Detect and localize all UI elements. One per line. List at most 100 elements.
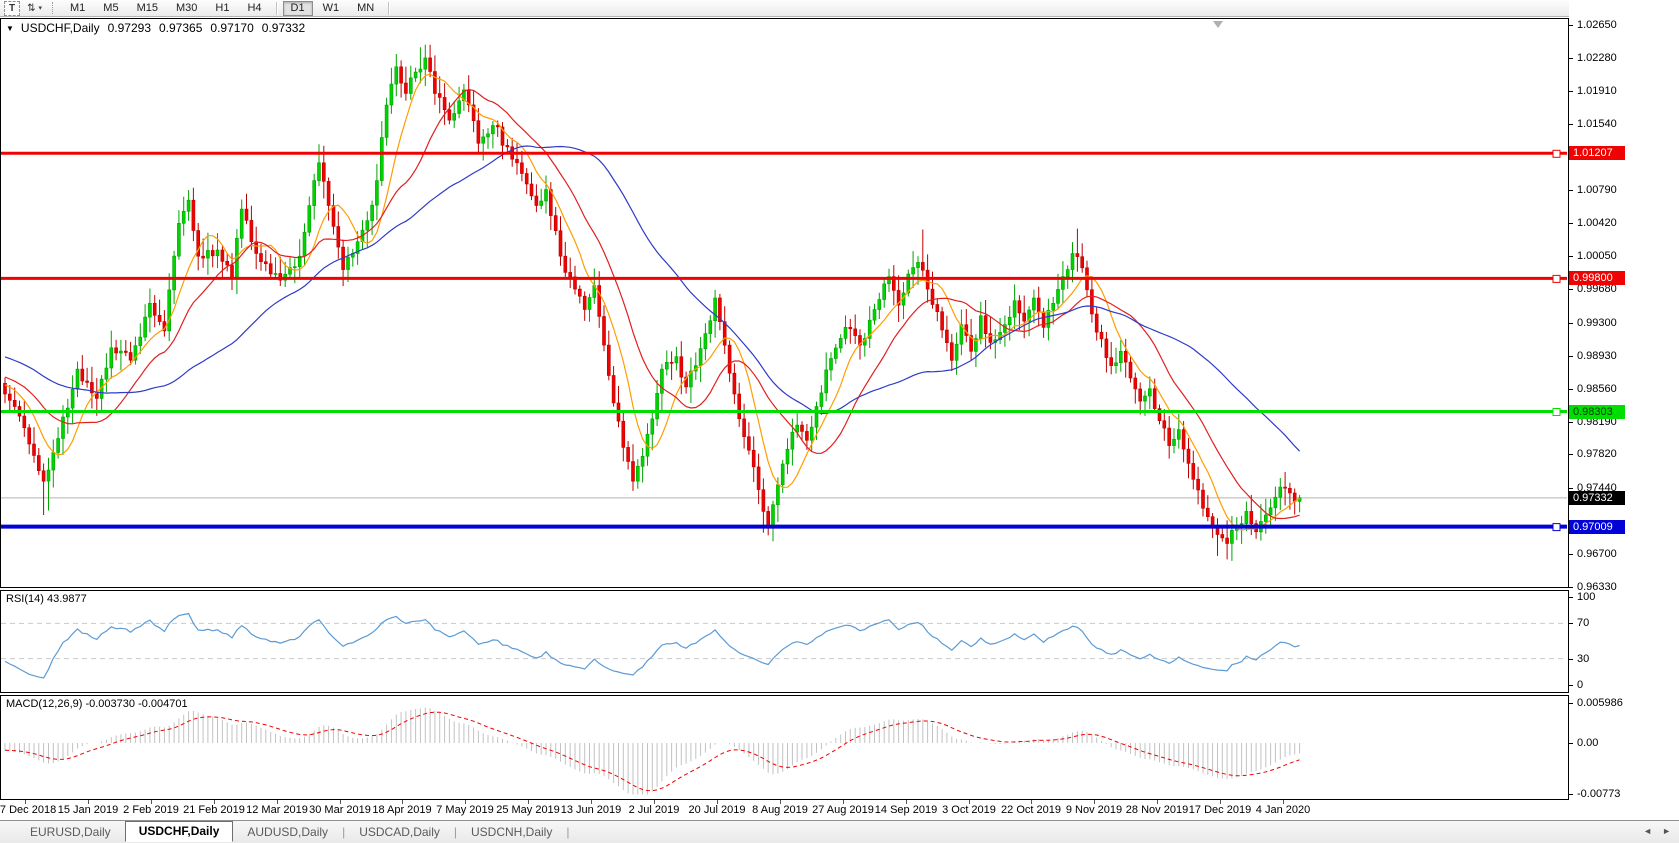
price-tick bbox=[1569, 454, 1573, 455]
date-axis[interactable]: 27 Dec 201815 Jan 2019 2 Feb 2019 21 Feb 2… bbox=[0, 800, 1569, 819]
timeframe-button-m30[interactable]: M30 bbox=[168, 1, 205, 16]
date-tick-label: 3 Oct 2019 bbox=[942, 804, 996, 816]
arrows-tool-button[interactable]: ⇅ ▾ bbox=[23, 2, 46, 15]
rsi-tick-label: 0 bbox=[1577, 679, 1583, 691]
date-tick-label: 15 Jan 2019 bbox=[58, 804, 119, 816]
price-tick-label: 1.00790 bbox=[1577, 184, 1617, 196]
chart-header: ▼ USDCHF,Daily 0.97293 0.97365 0.97170 0… bbox=[6, 21, 305, 35]
text-tool-button[interactable]: T bbox=[4, 1, 20, 16]
price-tick bbox=[1569, 124, 1573, 125]
date-tick-label: 21 Feb 2019 bbox=[183, 804, 245, 816]
price-tick-label: 1.01540 bbox=[1577, 118, 1617, 130]
ohlc-close: 0.97332 bbox=[262, 21, 305, 35]
level-price-badge: 1.01207 bbox=[1569, 146, 1625, 160]
macd-tick bbox=[1569, 794, 1573, 795]
rsi-tick-label: 70 bbox=[1577, 617, 1589, 629]
date-tick-label: 9 Nov 2019 bbox=[1066, 804, 1122, 816]
level-price-badge: 0.99800 bbox=[1569, 271, 1625, 285]
level-price-badge: 0.97009 bbox=[1569, 520, 1625, 534]
rsi-tick bbox=[1569, 597, 1573, 598]
date-tick-label: 22 Oct 2019 bbox=[1001, 804, 1061, 816]
price-tick bbox=[1569, 25, 1573, 26]
date-tick-label: 2 Feb 2019 bbox=[123, 804, 179, 816]
price-tick bbox=[1569, 587, 1573, 588]
date-tick-label: 14 Sep 2019 bbox=[875, 804, 937, 816]
arrows-icon: ⇅ bbox=[27, 3, 35, 14]
price-tick-label: 1.02280 bbox=[1577, 52, 1617, 64]
date-tick-label: 2 Jul 2019 bbox=[629, 804, 680, 816]
price-tick-label: 1.00420 bbox=[1577, 217, 1617, 229]
price-tick-label: 0.98560 bbox=[1577, 383, 1617, 395]
moving-average-8 bbox=[5, 74, 1300, 530]
timeframe-button-h1[interactable]: H1 bbox=[207, 1, 237, 16]
date-tick-label: 7 May 2019 bbox=[436, 804, 493, 816]
timeframe-button-w1[interactable]: W1 bbox=[315, 1, 348, 16]
price-tick bbox=[1569, 488, 1573, 489]
macd-tick-label: -0.00773 bbox=[1577, 788, 1620, 800]
date-tick-label: 18 Apr 2019 bbox=[372, 804, 431, 816]
ohlc-low: 0.97170 bbox=[210, 21, 253, 35]
timeframe-button-m1[interactable]: M1 bbox=[62, 1, 93, 16]
date-tick-label: 28 Nov 2019 bbox=[1126, 804, 1188, 816]
ohlc-open: 0.97293 bbox=[108, 21, 151, 35]
timeframe-button-m5[interactable]: M5 bbox=[95, 1, 126, 16]
date-tick-label: 25 May 2019 bbox=[496, 804, 560, 816]
price-tick-label: 0.98930 bbox=[1577, 350, 1617, 362]
timeframe-button-d1[interactable]: D1 bbox=[283, 1, 313, 16]
macd-tick bbox=[1569, 743, 1573, 744]
tab-scroll-buttons: ◄► bbox=[1643, 826, 1671, 836]
date-tick-label: 30 Mar 2019 bbox=[309, 804, 371, 816]
chart-tab-audusd[interactable]: AUDUSD,Daily bbox=[233, 822, 342, 842]
date-tick-label: 13 Jun 2019 bbox=[561, 804, 622, 816]
toolbar-separator bbox=[276, 2, 277, 15]
chart-tab-usdcad[interactable]: USDCAD,Daily bbox=[345, 822, 454, 842]
rsi-tick bbox=[1569, 659, 1573, 660]
date-tick-label: 20 Jul 2019 bbox=[689, 804, 746, 816]
tab-scroll-right-icon[interactable]: ► bbox=[1662, 826, 1671, 836]
price-axis[interactable]: 1.02650 1.02280 1.01910 1.01540 1.00790 1.004… bbox=[1569, 0, 1679, 843]
rsi-tick-label: 30 bbox=[1577, 653, 1589, 665]
date-tick-label: 4 Jan 2020 bbox=[1256, 804, 1310, 816]
macd-canvas[interactable] bbox=[1, 696, 1568, 799]
price-tick bbox=[1569, 190, 1573, 191]
tab-separator: | bbox=[566, 825, 569, 839]
date-tick-label: 8 Aug 2019 bbox=[752, 804, 808, 816]
timeframe-button-m15[interactable]: M15 bbox=[129, 1, 166, 16]
chart-tab-usdcnh[interactable]: USDCNH,Daily bbox=[457, 822, 566, 842]
date-tick-label: 27 Aug 2019 bbox=[812, 804, 874, 816]
macd-histogram bbox=[5, 708, 1300, 795]
date-tick-label: 27 Dec 2018 bbox=[0, 804, 56, 816]
macd-tick-label: 0.005986 bbox=[1577, 697, 1623, 709]
mt4-chart-window: T ⇅ ▾ M1M5M15M30H1H4 D1W1MN ▼ USDCHF,Dail… bbox=[0, 0, 1679, 843]
price-tick bbox=[1569, 356, 1573, 357]
price-tick-label: 0.97820 bbox=[1577, 448, 1617, 460]
dropdown-caret-icon: ▾ bbox=[39, 4, 43, 12]
timeframe-button-h4[interactable]: H4 bbox=[239, 1, 269, 16]
rsi-tick bbox=[1569, 623, 1573, 624]
timeframe-button-mn[interactable]: MN bbox=[349, 1, 382, 16]
chart-tab-eurusd[interactable]: EURUSD,Daily bbox=[16, 822, 125, 842]
date-tick-label: 17 Dec 2019 bbox=[1189, 804, 1251, 816]
price-tick bbox=[1569, 256, 1573, 257]
symbol-expander-icon[interactable]: ▼ bbox=[6, 24, 14, 33]
price-tick-label: 0.96700 bbox=[1577, 548, 1617, 560]
chart-shift-marker-icon bbox=[1213, 21, 1223, 28]
chart-tabs-bar: EURUSD,DailyUSDCHF,DailyAUDUSD,Daily|USD… bbox=[0, 820, 1679, 843]
ohlc-high: 0.97365 bbox=[159, 21, 202, 35]
tab-scroll-left-icon[interactable]: ◄ bbox=[1643, 826, 1652, 836]
chart-tab-usdchf[interactable]: USDCHF,Daily bbox=[125, 821, 234, 842]
toolbar-separator bbox=[388, 2, 389, 15]
price-tick-label: 0.99300 bbox=[1577, 317, 1617, 329]
price-tick bbox=[1569, 323, 1573, 324]
date-tick-label: 12 Mar 2019 bbox=[246, 804, 308, 816]
rsi-canvas[interactable] bbox=[1, 591, 1568, 692]
price-tick-label: 1.01910 bbox=[1577, 85, 1617, 97]
price-tick bbox=[1569, 91, 1573, 92]
price-tick-label: 1.02650 bbox=[1577, 19, 1617, 31]
price-tick bbox=[1569, 554, 1573, 555]
price-tick bbox=[1569, 289, 1573, 290]
price-tick bbox=[1569, 58, 1573, 59]
macd-tick-label: 0.00 bbox=[1577, 737, 1598, 749]
rsi-tick bbox=[1569, 685, 1573, 686]
price-chart-canvas[interactable] bbox=[1, 19, 1568, 587]
